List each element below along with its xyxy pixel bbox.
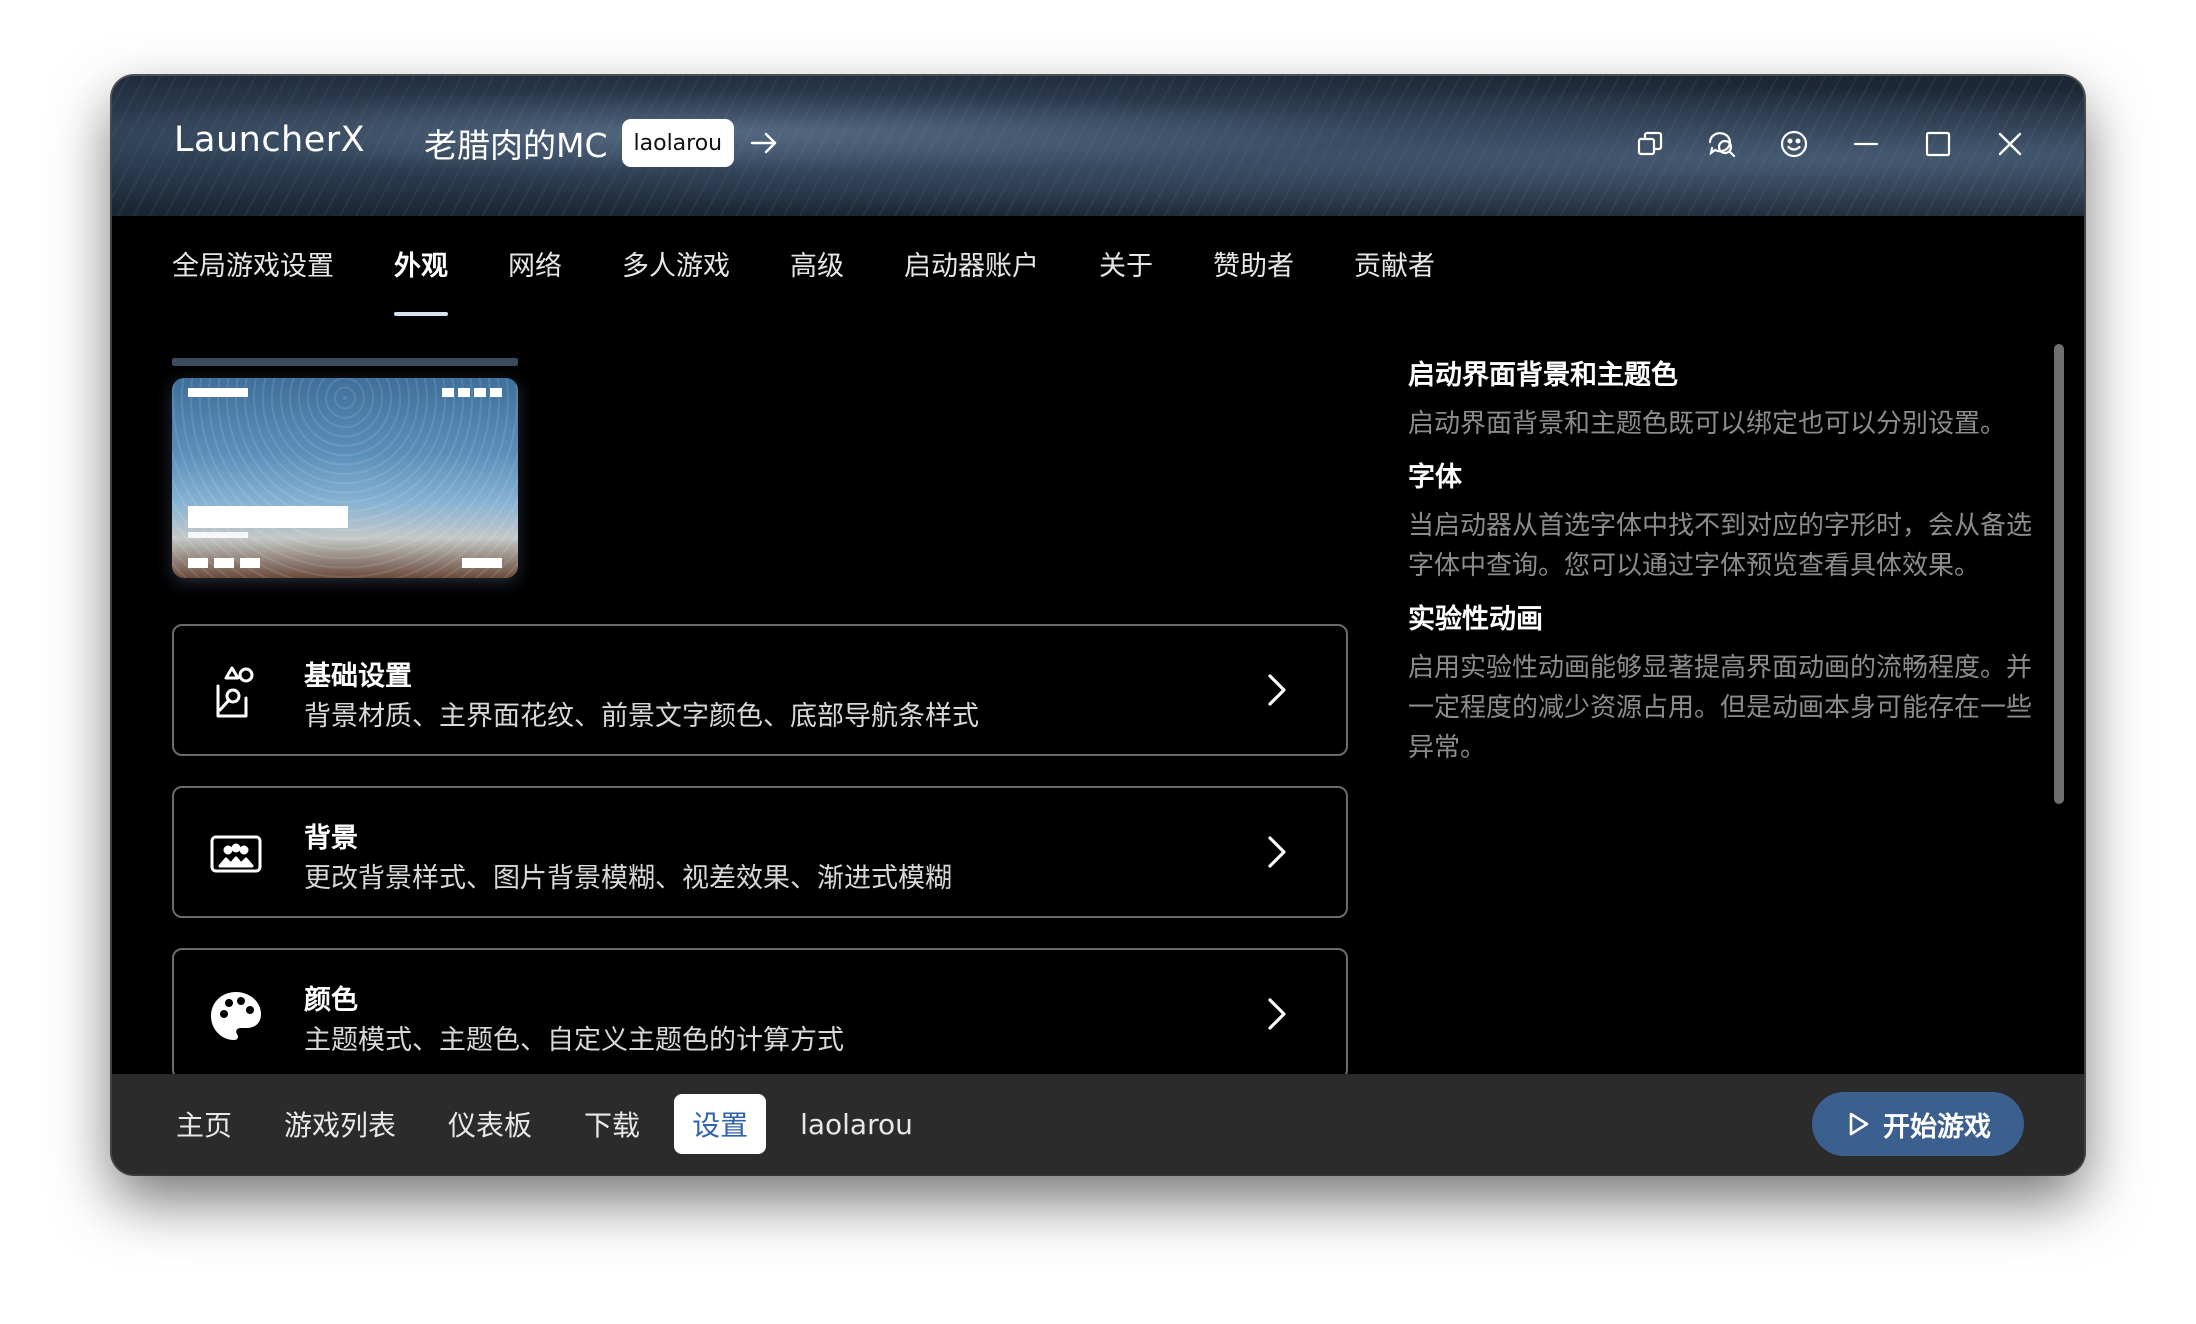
tab-about[interactable]: 关于	[1099, 244, 1153, 304]
instance-selector[interactable]: 老腊肉的MC laolarou	[424, 116, 780, 170]
info-title: 启动界面背景和主题色	[1408, 360, 1678, 391]
image-background-icon	[206, 824, 266, 884]
tab-multiplayer[interactable]: 多人游戏	[622, 244, 730, 304]
chevron-right-icon	[1268, 674, 1286, 706]
nav-home[interactable]: 主页	[158, 1094, 250, 1154]
arrow-right-icon[interactable]	[748, 127, 780, 159]
preview-text-block	[188, 532, 248, 538]
maximize-icon[interactable]	[1922, 128, 1954, 160]
preview-play-block	[462, 558, 502, 568]
card-title: 颜色	[304, 985, 358, 1016]
brush-settings-icon	[206, 662, 266, 722]
nav-dashboard[interactable]: 仪表板	[430, 1094, 550, 1154]
info-body: 当启动器从首选字体中找不到对应的字形时，会从备选字体中查询。您可以通过字体预览查…	[1408, 511, 2033, 581]
appearance-info-panel: 启动界面背景和主题色 启动界面背景和主题色既可以绑定也可以分别设置。 字体 当启…	[1408, 356, 2034, 782]
settings-tabs: 全局游戏设置 外观 网络 多人游戏 高级 启动器账户 关于 赞助者 贡献者	[172, 244, 1495, 316]
scrollbar[interactable]	[2054, 344, 2064, 804]
tab-network[interactable]: 网络	[508, 244, 562, 304]
tab-advanced[interactable]: 高级	[790, 244, 844, 304]
palette-icon	[206, 986, 266, 1046]
chevron-right-icon	[1268, 998, 1286, 1030]
tab-sponsors[interactable]: 赞助者	[1213, 244, 1294, 304]
chevron-right-icon	[1268, 836, 1286, 868]
feedback-icon[interactable]	[1706, 128, 1738, 160]
copy-window-icon[interactable]	[1634, 128, 1666, 160]
account-chip[interactable]: laolarou	[621, 119, 735, 167]
instance-name[interactable]: 老腊肉的MC	[424, 119, 608, 167]
app-title: LauncherX	[174, 120, 366, 160]
play-icon	[1849, 1112, 1869, 1136]
preview-control-block	[474, 388, 486, 397]
preview-nav-block	[188, 558, 208, 568]
theme-preview-thumbnail[interactable]	[172, 378, 518, 578]
start-game-label: 开始游戏	[1883, 1111, 1991, 1143]
preview-control-block	[458, 388, 470, 397]
card-basic-settings[interactable]: 基础设置 背景材质、主界面花纹、前景文字颜色、底部导航条样式	[172, 624, 1348, 756]
preview-control-block	[442, 388, 454, 397]
preview-nav-block	[214, 558, 234, 568]
preview-progress-bar	[172, 358, 518, 366]
card-subtitle: 背景材质、主界面花纹、前景文字颜色、底部导航条样式	[304, 701, 979, 732]
bottom-nav: 主页 游戏列表 仪表板 下载 设置 laolarou	[158, 1094, 931, 1154]
bottom-navigation-bar: 主页 游戏列表 仪表板 下载 设置 laolarou 开始游戏	[112, 1074, 2084, 1174]
info-body: 启用实验性动画能够显著提高界面动画的流畅程度。并一定程度的减少资源占用。但是动画…	[1408, 653, 2033, 763]
card-title: 背景	[304, 823, 358, 854]
nav-game-list[interactable]: 游戏列表	[266, 1094, 414, 1154]
nav-download[interactable]: 下载	[566, 1094, 658, 1154]
smiley-icon[interactable]	[1778, 128, 1810, 160]
nav-account[interactable]: laolarou	[782, 1094, 931, 1154]
info-body: 启动界面背景和主题色既可以绑定也可以分别设置。	[1408, 409, 2007, 439]
window-controls	[1634, 122, 2026, 166]
preview-heading-block	[188, 506, 348, 528]
preview-title-block	[188, 388, 248, 397]
preview-nav-block	[240, 558, 260, 568]
tab-appearance[interactable]: 外观	[394, 244, 448, 316]
card-color[interactable]: 颜色 主题模式、主题色、自定义主题色的计算方式	[172, 948, 1348, 1080]
launcher-window: LauncherX 老腊肉的MC laolarou 全局游戏设置 外观 网络 多…	[112, 76, 2084, 1174]
card-subtitle: 更改背景样式、图片背景模糊、视差效果、渐进式模糊	[304, 863, 952, 894]
preview-control-block	[490, 388, 502, 397]
close-icon[interactable]	[1994, 128, 2026, 160]
info-title: 字体	[1408, 462, 1462, 493]
title-bar[interactable]: LauncherX 老腊肉的MC laolarou	[112, 76, 2084, 216]
card-subtitle: 主题模式、主题色、自定义主题色的计算方式	[304, 1025, 844, 1056]
card-background[interactable]: 背景 更改背景样式、图片背景模糊、视差效果、渐进式模糊	[172, 786, 1348, 918]
minimize-icon[interactable]	[1850, 128, 1882, 160]
nav-settings[interactable]: 设置	[674, 1094, 767, 1154]
info-title: 实验性动画	[1408, 604, 1543, 635]
tab-contributors[interactable]: 贡献者	[1354, 244, 1435, 304]
card-title: 基础设置	[304, 661, 412, 692]
start-game-button[interactable]: 开始游戏	[1812, 1092, 2024, 1156]
tab-global-game-settings[interactable]: 全局游戏设置	[172, 244, 334, 304]
tab-launcher-accounts[interactable]: 启动器账户	[904, 244, 1039, 304]
